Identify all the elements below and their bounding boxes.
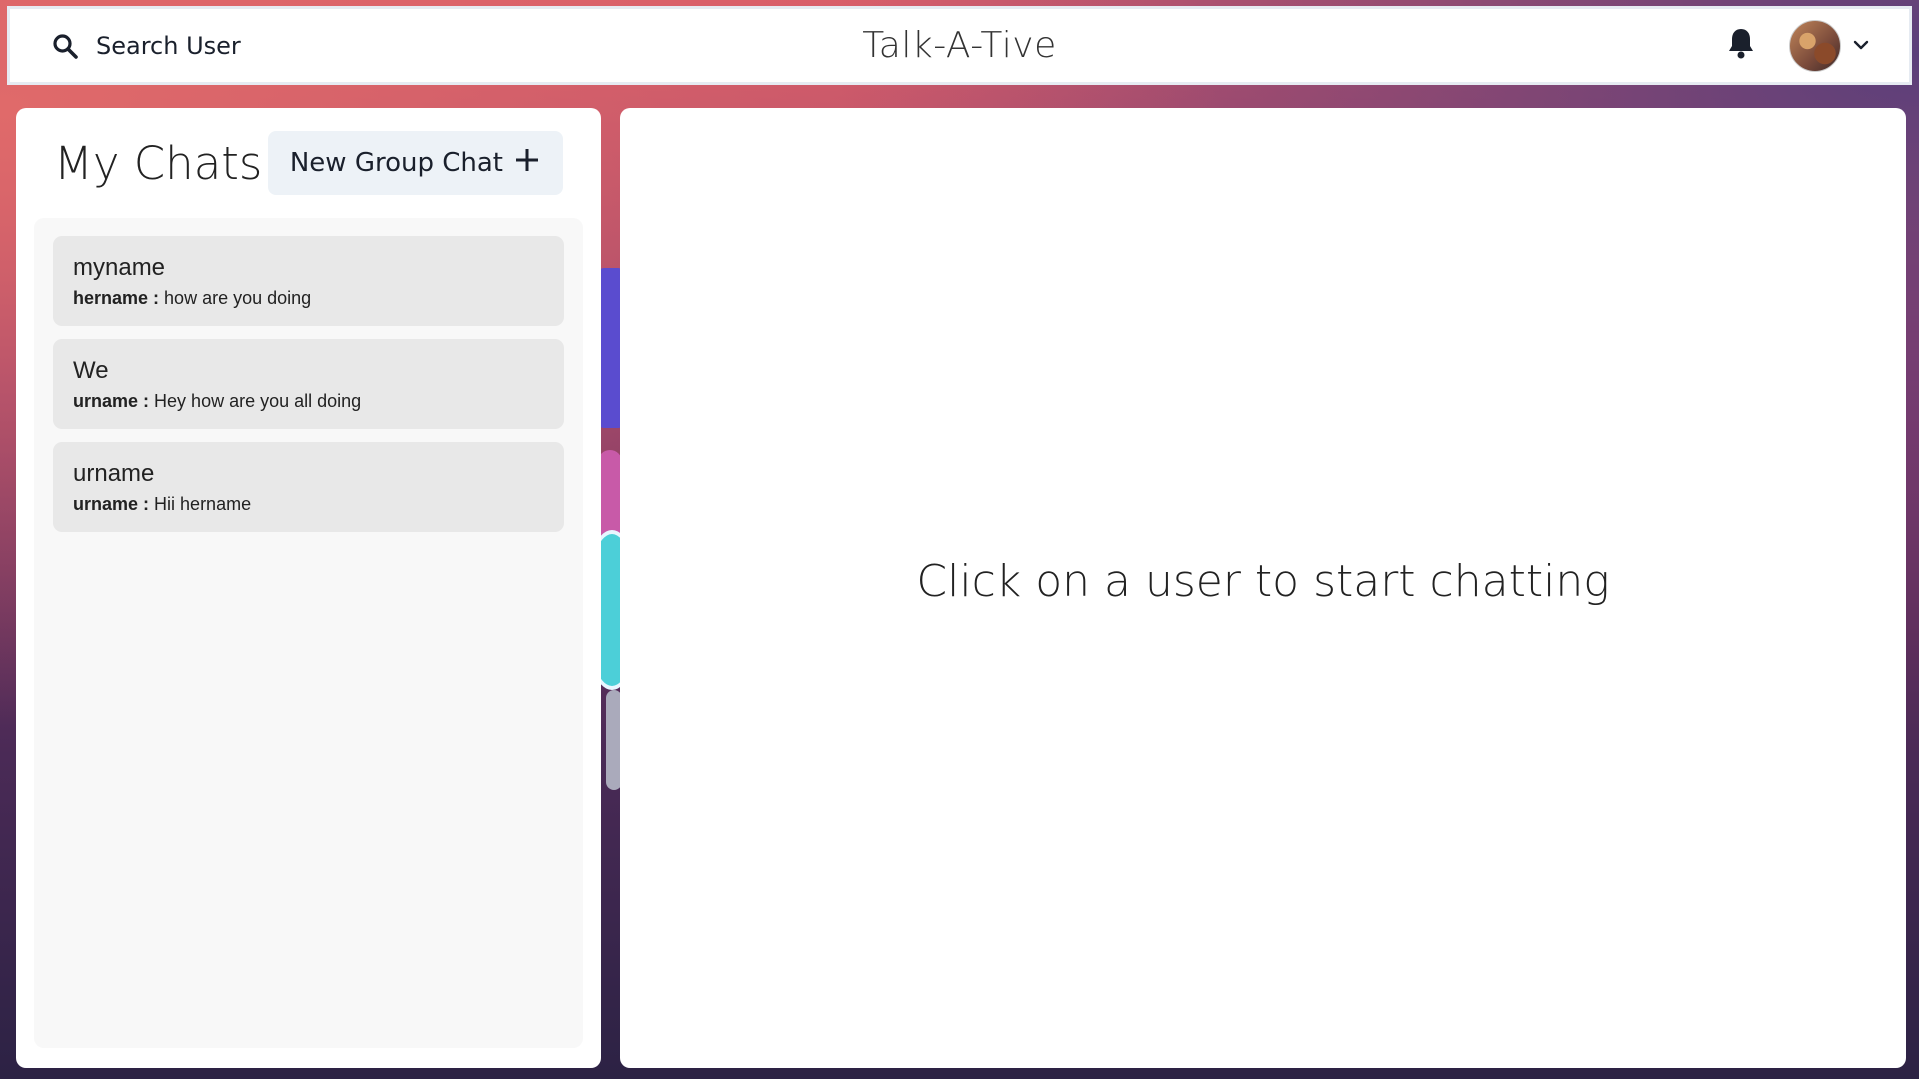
chat-list-item[interactable]: urname urname : Hii hername [53,442,564,532]
new-group-chat-button[interactable]: New Group Chat [267,131,563,195]
profile-menu-button[interactable] [1789,19,1869,72]
chat-name: We [73,357,109,384]
my-chats-panel: My Chats New Group Chat myname hername :… [16,108,601,1068]
latest-message-sender: urname : [73,391,150,411]
search-user-button[interactable]: Search User [46,18,247,74]
header-actions [1727,19,1869,72]
search-user-label: Search User [96,31,241,60]
avatar [1789,19,1841,72]
chat-name: urname [73,460,155,487]
new-group-chat-label: New Group Chat [289,148,503,178]
latest-message: urname : Hii hername [73,494,544,515]
empty-chat-message: Click on a user to start chatting [916,555,1610,607]
app-title: Talk-A-Tive [862,25,1057,66]
search-icon [52,33,78,59]
latest-message-text: Hii hername [154,494,252,514]
chat-list: myname hername : how are you doing We ur… [34,218,583,1048]
latest-message-text: Hey how are you all doing [154,391,362,411]
wallpaper-decoration [598,450,622,540]
my-chats-title: My Chats [54,136,263,190]
chevron-down-icon [1853,37,1869,55]
latest-message-text: how are you doing [164,288,312,308]
plus-icon [513,146,541,181]
bell-icon[interactable] [1727,27,1755,64]
my-chats-header: My Chats New Group Chat [34,130,583,196]
top-header-bar: Search User Talk-A-Tive [7,6,1912,85]
chat-list-item[interactable]: myname hername : how are you doing [53,236,564,326]
latest-message: urname : Hey how are you all doing [73,391,544,412]
chat-list-item[interactable]: We urname : Hey how are you all doing [53,339,564,429]
latest-message-sender: hername : [73,288,160,308]
latest-message-sender: urname : [73,494,150,514]
chat-box-panel: Click on a user to start chatting [620,108,1906,1068]
chat-name: myname [73,254,166,281]
latest-message: hername : how are you doing [73,288,544,309]
